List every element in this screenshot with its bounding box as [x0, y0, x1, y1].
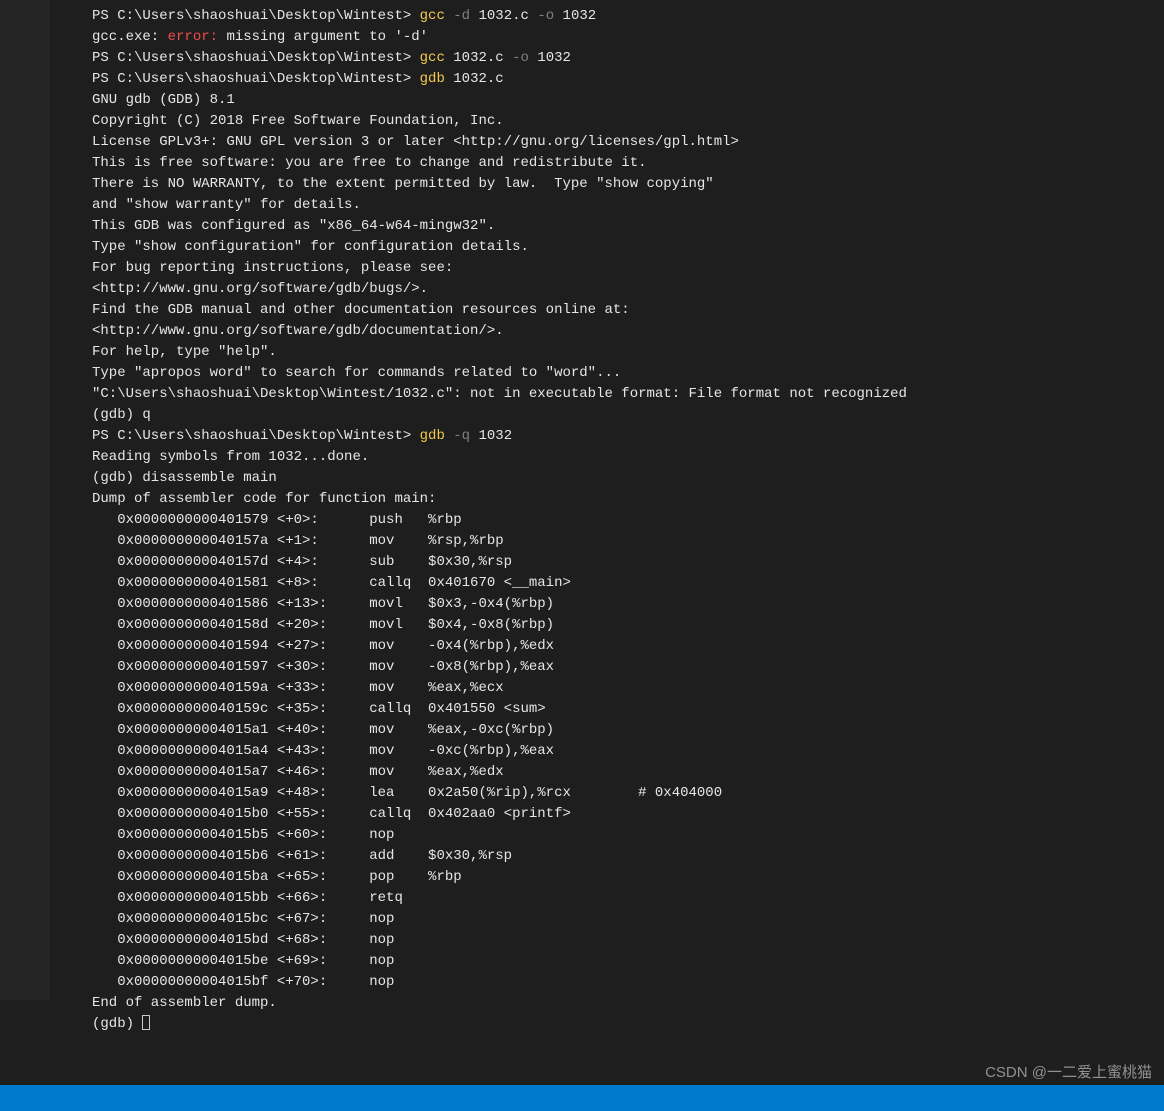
- terminal-line: <http://www.gnu.org/software/gdb/documen…: [92, 321, 1164, 342]
- terminal-line: PS C:\Users\shaoshuai\Desktop\Wintest> g…: [92, 6, 1164, 27]
- terminal-line: This is free software: you are free to c…: [92, 153, 1164, 174]
- asm-line: 0x00000000004015a9 <+48>: lea 0x2a50(%ri…: [92, 783, 1164, 804]
- terminal-line: (gdb) disassemble main: [92, 468, 1164, 489]
- terminal-line: and "show warranty" for details.: [92, 195, 1164, 216]
- terminal-line: For help, type "help".: [92, 342, 1164, 363]
- terminal-line: Find the GDB manual and other documentat…: [92, 300, 1164, 321]
- asm-line: 0x00000000004015a1 <+40>: mov %eax,-0xc(…: [92, 720, 1164, 741]
- asm-line: 0x00000000004015be <+69>: nop: [92, 951, 1164, 972]
- asm-line: 0x000000000040158d <+20>: movl $0x4,-0x8…: [92, 615, 1164, 636]
- cursor-icon: [142, 1015, 150, 1030]
- terminal-line[interactable]: (gdb): [92, 1014, 1164, 1035]
- asm-line: 0x00000000004015b0 <+55>: callq 0x402aa0…: [92, 804, 1164, 825]
- terminal-line: For bug reporting instructions, please s…: [92, 258, 1164, 279]
- asm-line: 0x00000000004015bd <+68>: nop: [92, 930, 1164, 951]
- terminal-panel[interactable]: PS C:\Users\shaoshuai\Desktop\Wintest> g…: [50, 0, 1164, 1085]
- terminal-line: There is NO WARRANTY, to the extent perm…: [92, 174, 1164, 195]
- asm-line: 0x0000000000401594 <+27>: mov -0x4(%rbp)…: [92, 636, 1164, 657]
- watermark-text: CSDN @一二爱上蜜桃猫: [985, 1062, 1152, 1083]
- terminal-line: Type "show configuration" for configurat…: [92, 237, 1164, 258]
- asm-line: 0x00000000004015bb <+66>: retq: [92, 888, 1164, 909]
- terminal-line: PS C:\Users\shaoshuai\Desktop\Wintest> g…: [92, 48, 1164, 69]
- terminal-line: PS C:\Users\shaoshuai\Desktop\Wintest> g…: [92, 69, 1164, 90]
- asm-line: 0x00000000004015bc <+67>: nop: [92, 909, 1164, 930]
- activity-bar[interactable]: [0, 0, 50, 1000]
- terminal-line: PS C:\Users\shaoshuai\Desktop\Wintest> g…: [92, 426, 1164, 447]
- asm-line: 0x000000000040159a <+33>: mov %eax,%ecx: [92, 678, 1164, 699]
- terminal-line: gcc.exe: error: missing argument to '-d': [92, 27, 1164, 48]
- asm-line: 0x0000000000401579 <+0>: push %rbp: [92, 510, 1164, 531]
- asm-line: 0x00000000004015b6 <+61>: add $0x30,%rsp: [92, 846, 1164, 867]
- asm-line: 0x00000000004015a4 <+43>: mov -0xc(%rbp)…: [92, 741, 1164, 762]
- terminal-line: Type "apropos word" to search for comman…: [92, 363, 1164, 384]
- asm-line: 0x0000000000401597 <+30>: mov -0x8(%rbp)…: [92, 657, 1164, 678]
- terminal-line: Dump of assembler code for function main…: [92, 489, 1164, 510]
- asm-line: 0x00000000004015ba <+65>: pop %rbp: [92, 867, 1164, 888]
- terminal-line: Copyright (C) 2018 Free Software Foundat…: [92, 111, 1164, 132]
- asm-line: 0x00000000004015bf <+70>: nop: [92, 972, 1164, 993]
- asm-line: 0x0000000000401586 <+13>: movl $0x3,-0x4…: [92, 594, 1164, 615]
- terminal-line: GNU gdb (GDB) 8.1: [92, 90, 1164, 111]
- terminal-line: This GDB was configured as "x86_64-w64-m…: [92, 216, 1164, 237]
- terminal-line: (gdb) q: [92, 405, 1164, 426]
- asm-line: 0x000000000040157a <+1>: mov %rsp,%rbp: [92, 531, 1164, 552]
- terminal-line: <http://www.gnu.org/software/gdb/bugs/>.: [92, 279, 1164, 300]
- status-bar[interactable]: [0, 1085, 1164, 1111]
- asm-line: 0x0000000000401581 <+8>: callq 0x401670 …: [92, 573, 1164, 594]
- terminal-line: Reading symbols from 1032...done.: [92, 447, 1164, 468]
- asm-line: 0x00000000004015b5 <+60>: nop: [92, 825, 1164, 846]
- terminal-line: "C:\Users\shaoshuai\Desktop\Wintest/1032…: [92, 384, 1164, 405]
- terminal-line: End of assembler dump.: [92, 993, 1164, 1014]
- terminal-line: License GPLv3+: GNU GPL version 3 or lat…: [92, 132, 1164, 153]
- asm-line: 0x000000000040159c <+35>: callq 0x401550…: [92, 699, 1164, 720]
- asm-line: 0x00000000004015a7 <+46>: mov %eax,%edx: [92, 762, 1164, 783]
- asm-line: 0x000000000040157d <+4>: sub $0x30,%rsp: [92, 552, 1164, 573]
